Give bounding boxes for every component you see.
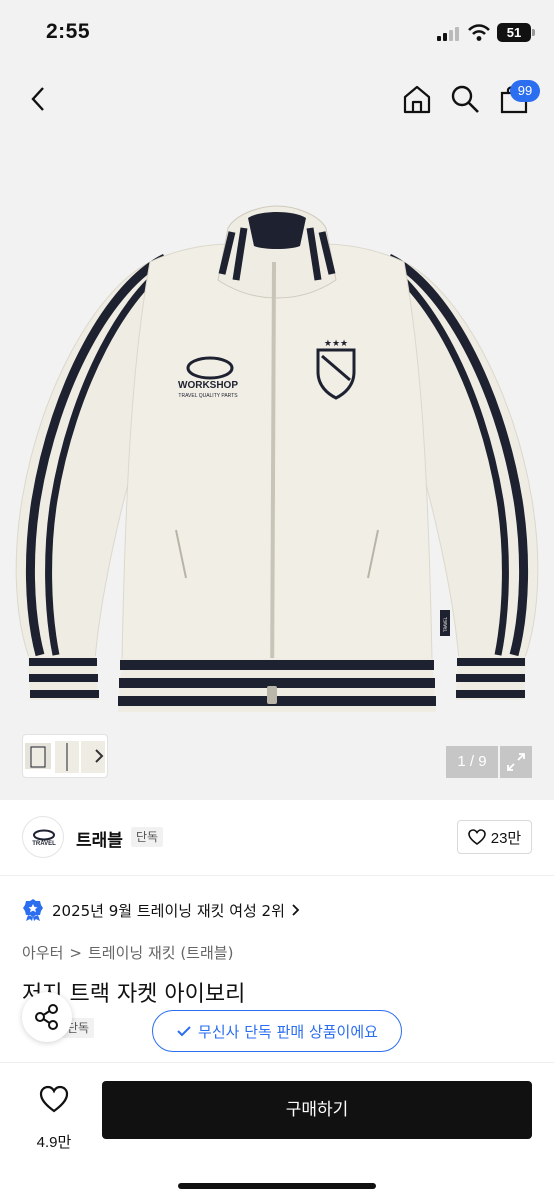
expand-icon[interactable] (500, 746, 532, 778)
wishlist-count: 4.9만 (36, 1134, 72, 1151)
brand-logo[interactable]: TRAVEL (22, 816, 64, 858)
svg-text:★★★: ★★★ (324, 339, 348, 349)
brand-logo-text: TRAVEL (32, 841, 56, 847)
wifi-icon (468, 24, 490, 41)
wishlist-button[interactable]: 4.9만 (26, 1081, 82, 1151)
exclusive-notice-pill: 무신사 단독 판매 상품이에요 (152, 1010, 402, 1052)
product-image-gallery[interactable]: WORKSHOP TRAVEL QUALITY PARTS ★★★ TRAVEL (0, 0, 554, 800)
ranking-medal-icon (23, 899, 43, 921)
chevron-right-icon[interactable] (92, 748, 106, 764)
bottom-purchase-bar: 4.9만 구매하기 (0, 1062, 554, 1200)
buy-button[interactable]: 구매하기 (102, 1081, 532, 1139)
brand-exclusive-tag: 단독 (131, 827, 164, 847)
battery-cap (532, 29, 535, 36)
chest-logo-text: WORKSHOP (178, 380, 238, 391)
product-image[interactable]: WORKSHOP TRAVEL QUALITY PARTS ★★★ TRAVEL (0, 200, 554, 740)
image-counter: 1 / 9 (446, 746, 498, 778)
share-icon (35, 1004, 58, 1030)
home-icon[interactable] (400, 82, 434, 116)
check-icon (177, 1026, 191, 1037)
brand-like-button[interactable]: 23만 (457, 820, 532, 854)
ranking-text: 2025년 9월 트레이닝 재킷 여성 2위 (52, 901, 285, 920)
brand-name[interactable]: 트래블 (76, 826, 123, 851)
search-icon[interactable] (449, 83, 481, 115)
status-time: 2:55 (46, 20, 91, 43)
share-button[interactable] (22, 992, 72, 1042)
heart-icon (39, 1085, 69, 1113)
breadcrumb-category[interactable]: 트레이닝 재킷 (트래블) (88, 942, 233, 963)
signal-icon (437, 27, 461, 41)
chest-logo-subtext: TRAVEL QUALITY PARTS (178, 393, 238, 399)
breadcrumb: 아우터 > 트레이닝 재킷 (트래블) (22, 942, 233, 963)
battery-icon: 51 (497, 23, 531, 42)
exclusive-notice-text: 무신사 단독 판매 상품이에요 (198, 1022, 378, 1041)
home-indicator (178, 1183, 376, 1189)
ranking-row[interactable]: 2025년 9월 트레이닝 재킷 여성 2위 (22, 898, 301, 922)
cart-badge: 99 (510, 80, 540, 102)
chevron-right-icon (292, 904, 300, 916)
brand-row: TRAVEL 트래블 단독 23만 (0, 800, 554, 876)
back-arrow-icon[interactable] (24, 84, 54, 114)
breadcrumb-outer[interactable]: 아우터 (22, 942, 63, 963)
heart-icon (467, 829, 486, 845)
breadcrumb-separator: > (69, 943, 82, 962)
brand-like-count: 23만 (490, 829, 522, 847)
status-bar: 2:55 51 (0, 0, 554, 66)
cuff-label-text: TRAVEL (443, 616, 448, 633)
